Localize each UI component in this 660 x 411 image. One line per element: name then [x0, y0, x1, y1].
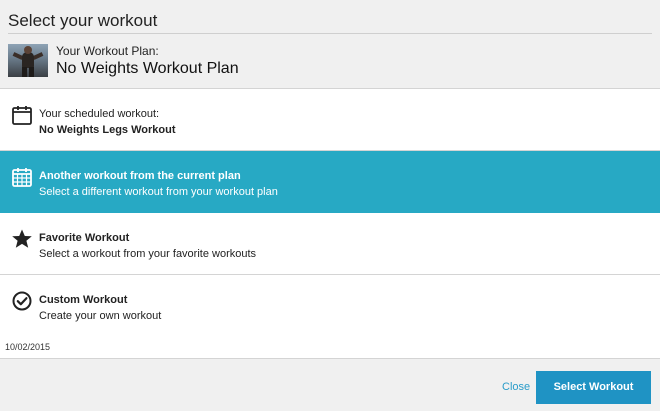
workout-date: 10/02/2015 [5, 342, 51, 352]
select-workout-dialog: Select your workout Your Workout Plan: N… [0, 0, 660, 411]
option-subtitle: No Weights Legs Workout [39, 124, 176, 136]
option-subtitle: Select a different workout from your wor… [39, 186, 278, 198]
star-icon [12, 229, 32, 248]
option-title: Favorite Workout [39, 232, 130, 244]
workout-plan-summary: Your Workout Plan: No Weights Workout Pl… [8, 44, 652, 78]
plan-name: No Weights Workout Plan [56, 60, 239, 77]
option-subtitle: Select a workout from your favorite work… [39, 248, 257, 260]
option-title: Another workout from the current plan [39, 170, 241, 182]
option-title: Custom Workout [39, 294, 128, 306]
plan-label: Your Workout Plan: [56, 44, 159, 58]
workout-options-list: Your scheduled workout: No Weights Legs … [0, 88, 660, 337]
date-row: 10/02/2015 [0, 336, 660, 359]
dialog-header: Select your workout [8, 0, 652, 34]
plan-thumbnail-image [8, 44, 48, 77]
option-favorite-workout[interactable]: Favorite Workout Select a workout from y… [0, 213, 660, 275]
option-subtitle: Create your own workout [39, 310, 162, 322]
option-title: Your scheduled workout: [39, 108, 160, 120]
calendar-icon [12, 106, 32, 125]
calendar-grid-icon [12, 168, 32, 187]
option-custom-workout[interactable]: Custom Workout Create your own workout [0, 275, 660, 337]
close-link[interactable]: Close [502, 381, 530, 394]
option-another-workout-current-plan[interactable]: Another workout from the current plan Se… [0, 151, 660, 213]
select-workout-button[interactable]: Select Workout [536, 371, 651, 404]
dialog-title: Select your workout [8, 11, 158, 30]
check-circle-icon [12, 291, 32, 311]
option-scheduled-workout[interactable]: Your scheduled workout: No Weights Legs … [0, 89, 660, 151]
